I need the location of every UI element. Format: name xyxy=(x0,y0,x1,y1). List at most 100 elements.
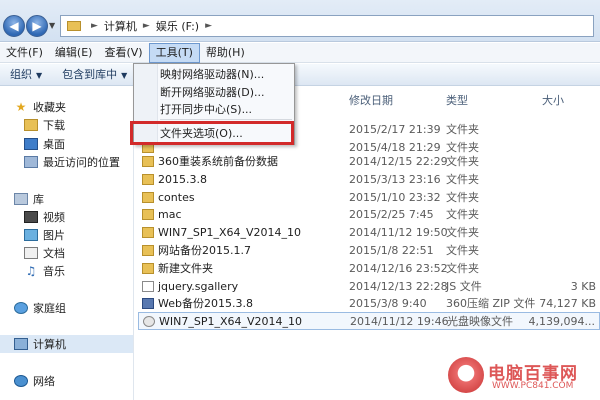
file-row[interactable]: WIN7_SP1_X64_V2014_10 2014/11/12 19:50 文件夹 xyxy=(138,223,600,241)
nav-favorites[interactable]: ★ 收藏夹 xyxy=(14,98,66,116)
nav-homegroup[interactable]: 家庭组 xyxy=(14,299,66,317)
forward-button[interactable]: ▶ xyxy=(26,15,48,37)
breadcrumb-drive[interactable]: 娱乐 (F:) xyxy=(156,18,199,34)
file-type: 文件夹 xyxy=(446,244,479,257)
menu-view[interactable]: 查看(V) xyxy=(98,43,148,63)
nav-desktop[interactable]: 桌面 xyxy=(24,135,65,153)
recent-pages-dropdown[interactable]: ▼ xyxy=(49,21,57,30)
folder-icon xyxy=(142,262,154,274)
nav-computer-label: 计算机 xyxy=(33,338,66,351)
menu-separator xyxy=(160,119,292,120)
back-button[interactable]: ◀ xyxy=(3,15,25,37)
file-date: 2015/3/8 9:40 xyxy=(349,296,427,310)
star-icon: ★ xyxy=(15,100,27,114)
chevron-right-icon[interactable]: ► xyxy=(205,21,212,31)
folder-icon xyxy=(142,191,154,203)
menu-tools[interactable]: 工具(T) xyxy=(148,42,200,63)
nav-videos[interactable]: 视频 xyxy=(24,208,65,226)
file-row[interactable]: contes 2015/1/10 23:32 文件夹 xyxy=(138,188,600,206)
desktop-icon xyxy=(24,138,38,150)
file-date: 2015/1/8 22:51 xyxy=(349,243,434,257)
video-icon xyxy=(24,211,38,223)
nav-desktop-label: 桌面 xyxy=(43,138,65,151)
file-type: 文件夹 xyxy=(446,226,479,239)
menu-file[interactable]: 文件(F) xyxy=(0,43,49,63)
menu-item-map-network-drive[interactable]: 映射网络驱动器(N)... xyxy=(160,66,292,84)
file-type: 光盘映像文件 xyxy=(447,315,513,328)
file-row[interactable]: jquery.sgallery 2014/12/13 22:28 JS 文件 3 KB xyxy=(138,277,600,295)
file-row[interactable]: 网站备份2015.1.7 2015/1/8 22:51 文件夹 xyxy=(138,241,600,259)
file-row[interactable]: mac 2015/2/25 7:45 文件夹 xyxy=(138,205,600,223)
nav-pictures[interactable]: 图片 xyxy=(24,226,65,244)
folder-icon xyxy=(142,155,154,167)
command-toolbar: 组织 ▼ 包含到库中 ▼ xyxy=(0,64,600,86)
downloads-folder-icon xyxy=(24,119,38,131)
pictures-icon xyxy=(24,229,38,241)
column-header-type[interactable]: 类型 xyxy=(446,92,468,108)
nav-libraries[interactable]: 库 xyxy=(14,190,44,208)
highlight-annotation-box xyxy=(130,121,294,145)
zip-file-icon xyxy=(142,297,154,309)
file-date: 2014/12/13 22:28 xyxy=(349,279,448,293)
caret-down-icon: ▼ xyxy=(121,70,128,80)
file-name: Web备份2015.3.8 xyxy=(158,297,253,310)
file-type: 文件夹 xyxy=(446,191,479,204)
file-name: jquery.sgallery xyxy=(158,279,239,293)
address-box[interactable]: ► 计算机 ► 娱乐 (F:) ► xyxy=(60,15,594,37)
file-type: 文件夹 xyxy=(446,262,479,275)
nav-downloads-label: 下载 xyxy=(43,119,65,132)
organize-label: 组织 xyxy=(10,67,32,81)
file-type: JS 文件 xyxy=(446,280,482,293)
nav-videos-label: 视频 xyxy=(43,211,65,224)
file-name: 2015.3.8 xyxy=(158,172,207,186)
nav-music-label: 音乐 xyxy=(43,265,65,278)
organize-button[interactable]: 组织 ▼ xyxy=(0,64,52,86)
music-icon: ♫ xyxy=(25,264,37,278)
menu-edit[interactable]: 编辑(E) xyxy=(49,43,99,63)
nav-downloads[interactable]: 下载 xyxy=(24,116,65,134)
nav-favorites-label: 收藏夹 xyxy=(33,101,66,114)
file-row[interactable]: 新建文件夹 2014/12/16 23:52 文件夹 xyxy=(138,259,600,277)
library-icon xyxy=(14,193,28,205)
column-header-size[interactable]: 大小 xyxy=(542,92,564,108)
file-date: 2015/2/17 21:39 xyxy=(349,122,441,136)
watermark: 电脑百事网 WWW.PC841.COM xyxy=(448,355,598,397)
nav-recent-places[interactable]: 最近访问的位置 xyxy=(24,153,120,171)
include-in-library-button[interactable]: 包含到库中 ▼ xyxy=(52,64,137,86)
breadcrumb-computer[interactable]: 计算机 xyxy=(104,18,137,34)
file-size: 4,139,094... xyxy=(528,314,595,328)
chevron-right-icon[interactable]: ► xyxy=(143,21,150,31)
chevron-right-icon[interactable]: ► xyxy=(91,21,98,31)
nav-network[interactable]: 网络 xyxy=(14,372,55,390)
disc-image-icon xyxy=(143,315,155,327)
folder-icon xyxy=(142,244,154,256)
file-name: WIN7_SP1_X64_V2014_10 xyxy=(159,314,303,328)
menu-help[interactable]: 帮助(H) xyxy=(200,43,251,63)
file-row[interactable]: WIN7_SP1_X64_V2014_10 2014/11/12 19:46 光盘映… xyxy=(138,312,600,330)
file-name: 360重装系统前备份数据 xyxy=(158,155,278,168)
file-name: WIN7_SP1_X64_V2014_10 xyxy=(158,225,302,239)
nav-libraries-label: 库 xyxy=(33,193,44,206)
nav-documents[interactable]: 文档 xyxy=(24,244,65,262)
menu-item-disconnect-network-drive[interactable]: 断开网络驱动器(D)... xyxy=(160,84,292,102)
file-type: 360压缩 ZIP 文件 xyxy=(446,297,536,310)
file-row[interactable]: 2015.3.8 2015/3/13 23:16 文件夹 xyxy=(138,170,600,188)
folder-icon xyxy=(142,173,154,185)
computer-icon xyxy=(14,338,28,350)
nav-documents-label: 文档 xyxy=(43,247,65,260)
file-name: contes xyxy=(158,190,195,204)
file-date: 2015/2/25 7:45 xyxy=(349,207,434,221)
file-date: 2015/3/13 23:16 xyxy=(349,172,441,186)
menu-item-open-sync-center[interactable]: 打开同步中心(S)... xyxy=(160,101,292,119)
watermark-url: WWW.PC841.COM xyxy=(492,381,574,391)
file-date: 2014/12/16 23:52 xyxy=(349,261,448,275)
nav-computer[interactable]: 计算机 xyxy=(0,335,133,353)
file-row[interactable]: 360重装系统前备份数据 2014/12/15 22:29 文件夹 xyxy=(138,152,600,170)
include-in-library-label: 包含到库中 xyxy=(62,67,118,81)
file-name: 网站备份2015.1.7 xyxy=(158,244,251,257)
menu-bar: 文件(F) 编辑(E) 查看(V) 工具(T) 帮助(H) xyxy=(0,42,600,63)
file-row[interactable]: Web备份2015.3.8 2015/3/8 9:40 360压缩 ZIP 文件 74… xyxy=(138,294,600,312)
column-header-date[interactable]: 修改日期 xyxy=(349,92,393,108)
nav-music[interactable]: ♫ 音乐 xyxy=(24,262,65,280)
nav-pictures-label: 图片 xyxy=(43,229,65,242)
